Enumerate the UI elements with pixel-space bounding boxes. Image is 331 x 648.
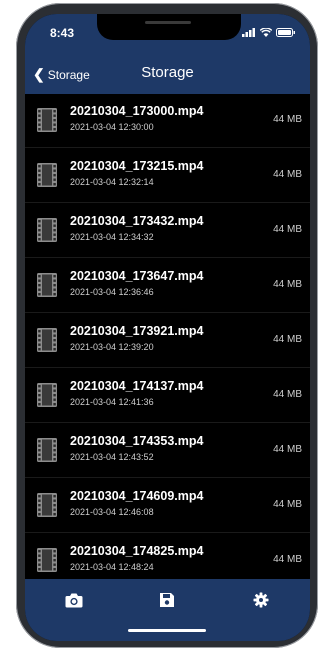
file-size: 44 MB (273, 389, 302, 400)
gear-icon (253, 592, 269, 608)
tab-camera[interactable] (65, 592, 83, 613)
notch (97, 14, 241, 40)
file-row[interactable]: 20210304_174137.mp4 2021-03-04 12:41:36 44… (25, 369, 310, 423)
file-row[interactable]: 20210304_173215.mp4 2021-03-04 12:32:14 44… (25, 149, 310, 203)
file-row[interactable]: 20210304_173000.mp4 2021-03-04 12:30:00 44… (25, 94, 310, 148)
file-name: 20210304_173921.mp4 (70, 324, 204, 338)
file-date: 2021-03-04 12:39:20 (70, 342, 154, 352)
video-file-icon (37, 383, 57, 412)
file-row[interactable]: 20210304_173921.mp4 2021-03-04 12:39:20 44… (25, 314, 310, 368)
file-date: 2021-03-04 12:34:32 (70, 232, 154, 242)
file-date: 2021-03-04 12:41:36 (70, 397, 154, 407)
file-date: 2021-03-04 12:48:24 (70, 562, 154, 572)
video-file-icon (37, 493, 57, 522)
file-size: 44 MB (273, 169, 302, 180)
file-size: 44 MB (273, 224, 302, 235)
file-name: 20210304_174137.mp4 (70, 379, 204, 393)
video-file-icon (37, 108, 57, 137)
status-bar: 8:43 (25, 14, 310, 56)
battery-icon (276, 28, 295, 37)
file-date: 2021-03-04 12:32:14 (70, 177, 154, 187)
home-indicator[interactable] (128, 629, 206, 632)
file-size: 44 MB (273, 114, 302, 125)
file-size: 44 MB (273, 554, 302, 565)
tab-save[interactable] (159, 592, 175, 613)
file-row[interactable]: 20210304_174353.mp4 2021-03-04 12:43:52 44… (25, 424, 310, 478)
file-size: 44 MB (273, 279, 302, 290)
file-row[interactable]: 20210304_173647.mp4 2021-03-04 12:36:46 44… (25, 259, 310, 313)
file-size: 44 MB (273, 444, 302, 455)
file-size: 44 MB (273, 499, 302, 510)
file-name: 20210304_174609.mp4 (70, 489, 204, 503)
file-date: 2021-03-04 12:36:46 (70, 287, 154, 297)
file-size: 44 MB (273, 334, 302, 345)
file-date: 2021-03-04 12:46:08 (70, 507, 154, 517)
file-list: 20210304_173000.mp4 2021-03-04 12:30:00 44… (25, 94, 310, 588)
video-file-icon (37, 273, 57, 302)
video-file-icon (37, 548, 57, 577)
status-time: 8:43 (50, 26, 75, 40)
wifi-icon (260, 28, 272, 37)
signal-icon (242, 28, 255, 37)
navigation-bar: ❮ Storage Storage (25, 56, 310, 94)
file-name: 20210304_173432.mp4 (70, 214, 204, 228)
file-name: 20210304_174825.mp4 (70, 544, 204, 558)
system-icons (242, 28, 296, 37)
speaker (145, 21, 191, 24)
tab-settings[interactable] (253, 592, 269, 613)
file-name: 20210304_173000.mp4 (70, 104, 204, 118)
file-date: 2021-03-04 12:43:52 (70, 452, 154, 462)
page-title: Storage (141, 64, 194, 81)
file-name: 20210304_173215.mp4 (70, 159, 204, 173)
video-file-icon (37, 218, 57, 247)
tab-bar (25, 579, 310, 641)
file-date: 2021-03-04 12:30:00 (70, 122, 154, 132)
phone-screen: 8:43 ❮ Storage Storage 20210304_173000.m… (25, 14, 310, 641)
file-name: 20210304_174353.mp4 (70, 434, 204, 448)
video-file-icon (37, 438, 57, 467)
video-file-icon (37, 163, 57, 192)
video-file-icon (37, 328, 57, 357)
file-name: 20210304_173647.mp4 (70, 269, 204, 283)
camera-icon (65, 593, 83, 608)
save-icon (160, 593, 174, 607)
file-row[interactable]: 20210304_173432.mp4 2021-03-04 12:34:32 44… (25, 204, 310, 258)
file-row[interactable]: 20210304_174609.mp4 2021-03-04 12:46:08 44… (25, 479, 310, 533)
